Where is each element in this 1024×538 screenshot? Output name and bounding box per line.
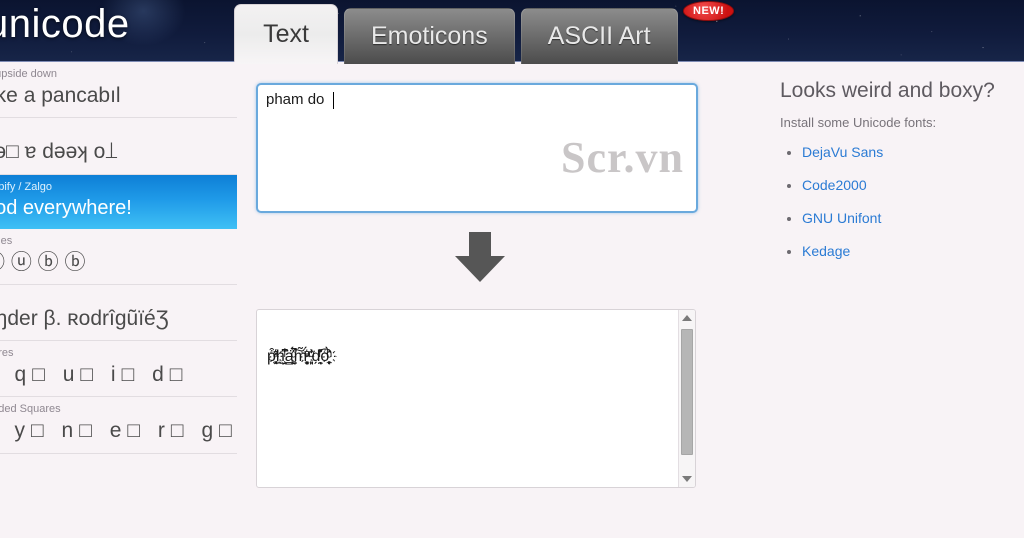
- sidebar-item-creepify-zalgo[interactable]: eepify / Zalgo ood everywhere!: [0, 174, 237, 229]
- sidebar-item-label: eepify / Zalgo: [0, 180, 53, 193]
- font-help-title: Looks weird and boxy?: [780, 79, 995, 102]
- converted-text-output[interactable]: p͒͑ͯͣ͢҉͓͔̘̫h̖̤̹̭͊͐ͥ͗̾͆ä͇͖̥̰́ͩ͒̚͠m͂ͣͮ́҉̬͉…: [256, 309, 696, 488]
- list-item: DejaVu Sans: [802, 144, 1024, 162]
- style-list-sidebar[interactable]: o upside down ɐke a pancabıl ror ɔǝ□ ɐ d…: [0, 62, 237, 538]
- sidebar-item-sample: eŋder β. ʀodrîgũïéƷ: [0, 306, 169, 330]
- sidebar-item-sample: □ q□ u□ i□ d□: [0, 363, 189, 386]
- list-item: Code2000: [802, 177, 1024, 195]
- sidebar-item-sample: ⓘ ⓤ ⓑ ⓑ: [0, 250, 86, 274]
- sidebar-item-squares[interactable]: uares □ q□ u□ i□ d□: [0, 341, 237, 398]
- source-text-value: pham do: [266, 91, 325, 108]
- font-help-subtitle: Install some Unicode fonts:: [780, 115, 937, 130]
- list-item: GNU Unifont: [802, 210, 1024, 228]
- font-link-kedage[interactable]: Kedage: [802, 243, 850, 259]
- sidebar-item-bubbles[interactable]: bbles ⓘ ⓤ ⓑ ⓑ: [0, 229, 237, 285]
- sidebar-item-label: unded Squares: [0, 403, 61, 416]
- tab-ascii-art[interactable]: ASCII Art: [520, 8, 678, 64]
- converted-text-value: p͒͑ͯͣ͢҉͓͔̘̫h̖̤̹̭͊͐ͥ͗̾͆ä͇͖̥̰́ͩ͒̚͠m͂ͣͮ́҉̬͉…: [267, 348, 330, 365]
- sidebar-item-sample: ood everywhere!: [0, 196, 132, 219]
- text-caret: [333, 92, 334, 109]
- sidebar-item-rounded-squares[interactable]: unded Squares □ y□ n□ e□ r□ g□: [0, 397, 237, 454]
- scrollbar-thumb[interactable]: [681, 329, 693, 455]
- list-item: Kedage: [802, 243, 1024, 261]
- editor-column: pham do Scr.vn p͒͑ͯͣ͢҉͓͔̘̫h̖̤̹̭͊͐ͥ͗̾͆ä́ͩ…: [237, 62, 767, 538]
- sidebar-item-label: uares: [0, 347, 14, 359]
- sidebar-item-sample: ɔǝ□ ɐ dǝǝʞ o⟘: [0, 140, 118, 164]
- sidebar-item-mirror[interactable]: ror ɔǝ□ ɐ dǝǝʞ o⟘: [0, 118, 237, 175]
- sidebar-item-sample: □ y□ n□ e□ r□ g□: [0, 419, 237, 443]
- watermark-logo: Scr.vn: [561, 133, 684, 182]
- source-text-input[interactable]: pham do Scr.vn: [256, 83, 698, 213]
- font-link-list: DejaVu Sans Code2000 GNU Unifont Kedage: [780, 144, 1024, 261]
- tab-text[interactable]: Text: [234, 4, 338, 64]
- site-logo[interactable]: unicode: [0, 2, 130, 47]
- sidebar-item-label: bbles: [0, 234, 13, 247]
- sidebar-item-label: nt: [0, 291, 237, 303]
- output-scrollbar[interactable]: [678, 310, 695, 487]
- tab-emoticons[interactable]: Emoticons: [344, 8, 515, 64]
- sidebar-item-ancient[interactable]: nt eŋder β. ʀodrîgũïéƷ: [0, 285, 237, 341]
- sidebar-item-flip-upside-down[interactable]: o upside down ɐke a pancabıl: [0, 62, 237, 119]
- sidebar-item-sample: ɐke a pancabıl: [0, 84, 121, 107]
- tab-bar: Text Emoticons ASCII Art: [234, 4, 684, 64]
- font-link-gnu-unifont[interactable]: GNU Unifont: [802, 210, 881, 226]
- font-help-panel: Looks weird and boxy? Install some Unico…: [780, 62, 1024, 538]
- scroll-down-icon[interactable]: [682, 476, 692, 482]
- page-root: unicode Text Emoticons ASCII Art NEW! o …: [0, 0, 1024, 538]
- font-link-code2000[interactable]: Code2000: [802, 177, 867, 193]
- sidebar-item-label: o upside down: [0, 68, 57, 80]
- new-badge: NEW!: [683, 1, 735, 21]
- sidebar-item-label: ror: [0, 124, 237, 136]
- font-link-dejavu-sans[interactable]: DejaVu Sans: [802, 144, 883, 160]
- scroll-up-icon[interactable]: [682, 315, 692, 321]
